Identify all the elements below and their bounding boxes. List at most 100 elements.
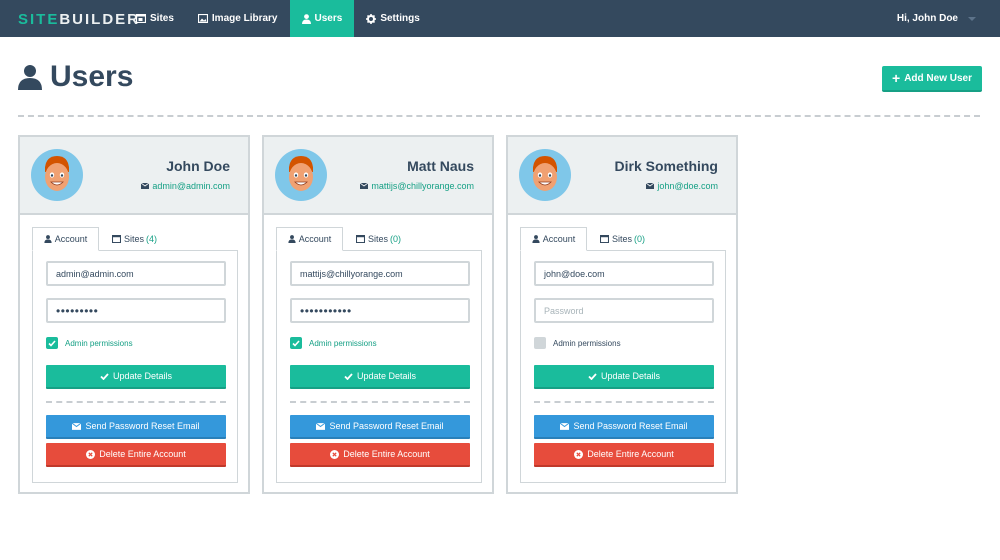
delete-account-button[interactable]: Delete Entire Account (46, 443, 226, 467)
sites-icon (112, 235, 121, 243)
check-icon (588, 372, 597, 380)
sites-count: (4) (146, 234, 158, 244)
user-email[interactable]: john@doe.com (646, 181, 718, 191)
nav-item-users[interactable]: Users (289, 0, 355, 37)
tab-account[interactable]: Account (276, 227, 343, 251)
close-circle-icon (574, 449, 584, 459)
nav-label: Settings (380, 13, 420, 24)
admin-permissions-label: Admin permissions (65, 338, 133, 348)
pane-divider (534, 401, 714, 403)
update-details-button[interactable]: Update Details (534, 365, 714, 389)
tab-sites[interactable]: Sites (0) (600, 227, 645, 251)
send-password-reset-button[interactable]: Send Password Reset Email (290, 415, 470, 439)
button-label: Send Password Reset Email (329, 421, 444, 431)
send-password-reset-button[interactable]: Send Password Reset Email (46, 415, 226, 439)
tab-account[interactable]: Account (32, 227, 99, 251)
tab-sites[interactable]: Sites (0) (356, 227, 401, 251)
admin-permissions-checkbox[interactable]: Admin permissions (290, 337, 377, 349)
tab-label: Sites (124, 234, 145, 244)
password-field[interactable]: ••••••••••• (290, 298, 470, 323)
card-tabs: Account Sites (0) (276, 227, 482, 251)
check-icon (344, 372, 353, 380)
card-header: Matt Naus mattijs@chillyorange.com (264, 137, 492, 215)
email-field[interactable]: john@doe.com (534, 261, 714, 286)
add-button-label: Add New User (904, 72, 972, 84)
close-circle-icon (330, 449, 340, 459)
email-value: mattijs@chillyorange.com (300, 268, 403, 279)
sites-icon (136, 14, 146, 23)
button-label: Send Password Reset Email (573, 421, 688, 431)
update-details-button[interactable]: Update Details (46, 365, 226, 389)
password-placeholder: Password (544, 305, 584, 316)
nav-item-settings[interactable]: Settings (354, 0, 431, 37)
brand-logo[interactable]: SITEBUILDER (18, 11, 140, 28)
user-name: Matt Naus (407, 158, 474, 174)
send-password-reset-button[interactable]: Send Password Reset Email (534, 415, 714, 439)
envelope-icon (560, 422, 570, 430)
admin-permissions-checkbox[interactable]: Admin permissions (534, 337, 621, 349)
user-card: John Doe admin@admin.com Account Sites (… (18, 135, 250, 494)
user-greeting: Hi, John Doe (896, 13, 958, 24)
update-details-button[interactable]: Update Details (290, 365, 470, 389)
image-icon (197, 14, 208, 23)
user-name: Dirk Something (614, 158, 718, 174)
password-value: ••••••••• (56, 303, 99, 318)
check-icon (100, 372, 109, 380)
password-value: ••••••••••• (300, 303, 352, 318)
button-label: Send Password Reset Email (85, 421, 200, 431)
button-label: Delete Entire Account (99, 449, 186, 459)
admin-permissions-label: Admin permissions (553, 338, 621, 348)
page-heading: Users (50, 60, 134, 93)
email-field[interactable]: admin@admin.com (46, 261, 226, 286)
tab-account[interactable]: Account (520, 227, 587, 251)
sites-count: (0) (634, 234, 646, 244)
page-title: Users (18, 60, 133, 94)
user-menu[interactable]: Hi, John Doe (897, 0, 976, 37)
password-field[interactable]: Password (534, 298, 714, 323)
check-icon (48, 339, 56, 347)
delete-account-button[interactable]: Delete Entire Account (534, 443, 714, 467)
button-label: Update Details (112, 371, 173, 381)
nav-label: Users (314, 13, 343, 24)
check-icon (292, 339, 300, 347)
card-tabs: Account Sites (4) (32, 227, 238, 251)
main-nav: Sites Image Library Users Settings (124, 0, 432, 37)
delete-account-button[interactable]: Delete Entire Account (290, 443, 470, 467)
account-pane: mattijs@chillyorange.com ••••••••••• Adm… (276, 251, 482, 483)
email-field[interactable]: mattijs@chillyorange.com (290, 261, 470, 286)
add-new-user-button[interactable]: + Add New User (882, 66, 982, 92)
user-card: Dirk Something john@doe.com Account Site… (506, 135, 738, 494)
tab-label: Account (298, 234, 332, 244)
password-field[interactable]: ••••••••• (46, 298, 226, 323)
sites-icon (600, 235, 609, 243)
top-navbar: SITEBUILDER Sites Image Library Users Se… (0, 0, 1000, 37)
card-tabs: Account Sites (0) (520, 227, 726, 251)
nav-item-sites[interactable]: Sites (124, 0, 186, 37)
admin-permissions-label: Admin permissions (309, 338, 377, 348)
card-header: Dirk Something john@doe.com (508, 137, 736, 215)
button-label: Update Details (600, 371, 661, 381)
pane-divider (46, 401, 226, 403)
avatar (275, 149, 327, 201)
page-divider (18, 115, 980, 117)
nav-item-image-library[interactable]: Image Library (186, 0, 290, 37)
user-name: John Doe (166, 158, 230, 174)
user-email[interactable]: admin@admin.com (141, 181, 230, 191)
checkbox[interactable] (290, 337, 302, 349)
tab-label: Sites (368, 234, 389, 244)
user-email[interactable]: mattijs@chillyorange.com (360, 181, 474, 191)
checkbox[interactable] (46, 337, 58, 349)
button-label: Delete Entire Account (587, 449, 674, 459)
user-icon (301, 13, 311, 24)
pane-divider (290, 401, 470, 403)
user-icon (532, 235, 540, 243)
brand-part1: SITE (18, 11, 60, 28)
checkbox[interactable] (534, 337, 546, 349)
envelope-icon (360, 183, 369, 189)
user-email-text: mattijs@chillyorange.com (371, 181, 474, 191)
avatar (31, 149, 83, 201)
sites-icon (356, 235, 365, 243)
tab-sites[interactable]: Sites (4) (112, 227, 157, 251)
card-header: John Doe admin@admin.com (20, 137, 248, 215)
admin-permissions-checkbox[interactable]: Admin permissions (46, 337, 133, 349)
